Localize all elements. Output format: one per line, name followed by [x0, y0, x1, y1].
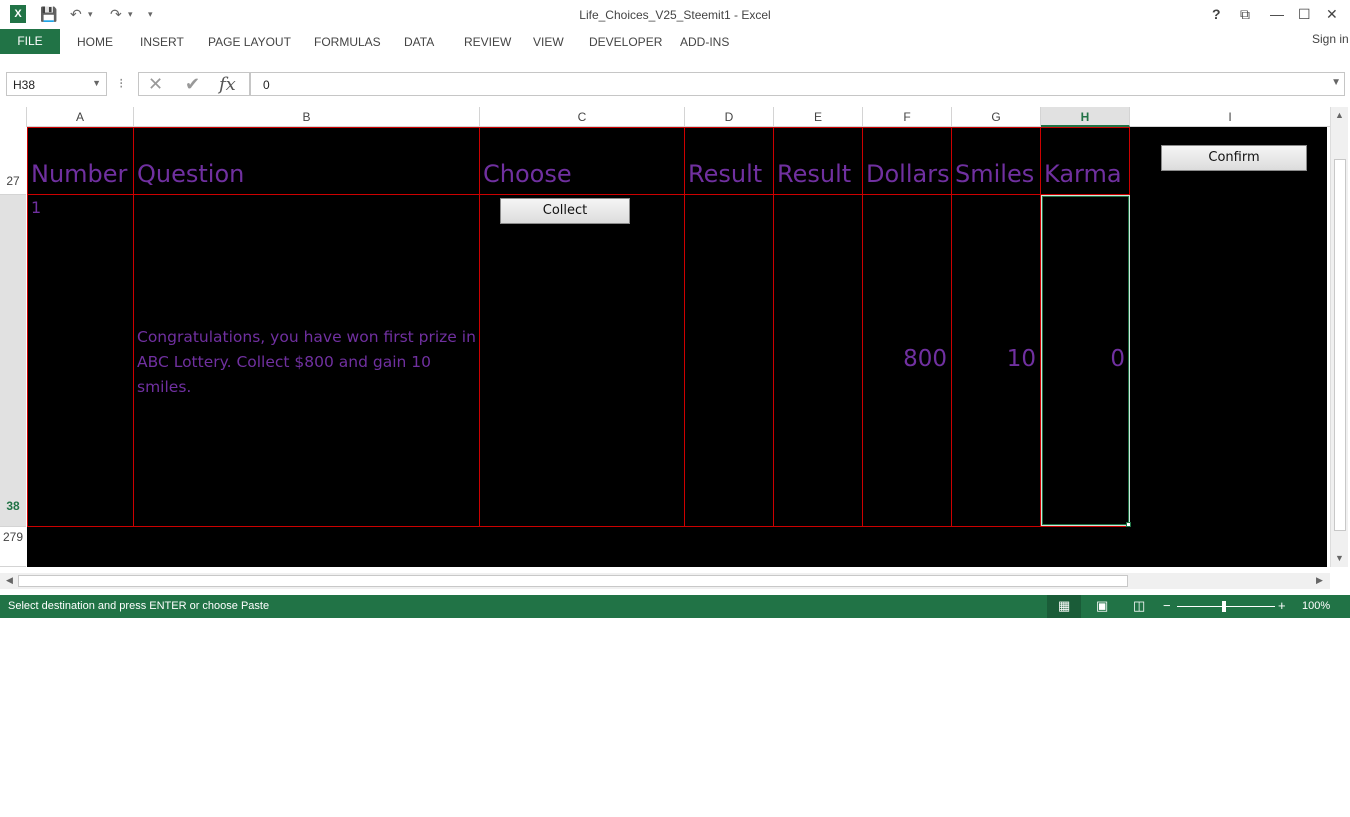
expand-formula-bar-icon[interactable]: ▼ — [1331, 77, 1341, 88]
name-box-value: H38 — [13, 78, 36, 92]
cell-smiles[interactable]: 10 — [956, 346, 1036, 372]
tab-add-ins[interactable]: ADD-INS — [680, 35, 729, 49]
tab-formulas[interactable]: FORMULAS — [314, 35, 381, 49]
confirm-button[interactable]: Confirm — [1161, 145, 1307, 171]
grid-line — [862, 127, 863, 527]
row-header-27[interactable]: 27 — [0, 127, 26, 195]
name-box[interactable]: H38 ▼ — [6, 72, 107, 96]
header-smiles[interactable]: Smiles — [955, 160, 1034, 188]
ribbon-display-icon[interactable]: ⧉ — [1240, 6, 1250, 23]
scroll-up-icon[interactable]: ▲ — [1335, 110, 1344, 120]
header-choose[interactable]: Choose — [483, 160, 572, 188]
column-header-f[interactable]: F — [863, 107, 952, 127]
chevron-down-icon[interactable]: ▼ — [92, 78, 101, 88]
tab-insert[interactable]: INSERT — [140, 35, 184, 49]
grid-line — [27, 526, 1130, 527]
vertical-scroll-thumb[interactable] — [1334, 159, 1346, 531]
tab-view[interactable]: VIEW — [533, 35, 564, 49]
tab-data[interactable]: DATA — [404, 35, 434, 49]
drag-handle-icon[interactable]: ⁝ — [119, 75, 123, 92]
collect-button[interactable]: Collect — [500, 198, 630, 224]
insert-function-icon[interactable]: fx — [219, 74, 236, 95]
formula-bar: H38 ▼ ⁝ ✕ ✔ fx 0 ▼ — [0, 65, 1350, 103]
vertical-scrollbar[interactable]: ▲ ▼ — [1330, 107, 1348, 567]
sign-in-link[interactable]: Sign in — [1312, 32, 1349, 46]
worksheet-grid[interactable]: Number Question Choose Result Result Dol… — [27, 127, 1327, 567]
window-title: Life_Choices_V25_Steemit1 - Excel — [579, 8, 771, 22]
tab-home[interactable]: HOME — [77, 35, 113, 49]
scroll-right-icon[interactable]: ▶ — [1316, 575, 1323, 586]
grid-line — [684, 127, 685, 527]
grid-line — [27, 127, 28, 527]
scroll-down-icon[interactable]: ▼ — [1335, 553, 1344, 563]
cell-dollars[interactable]: 800 — [867, 346, 947, 372]
header-question[interactable]: Question — [137, 160, 244, 188]
grid-line — [479, 127, 480, 527]
grid-line — [773, 127, 774, 527]
cell-question[interactable]: Congratulations, you have won first priz… — [137, 325, 477, 400]
tab-file[interactable]: FILE — [0, 29, 60, 54]
column-header-g[interactable]: G — [952, 107, 1041, 127]
ribbon-tabs: HOME INSERT PAGE LAYOUT FORMULAS DATA RE… — [0, 30, 1350, 54]
header-karma[interactable]: Karma — [1044, 160, 1122, 188]
maximize-icon[interactable]: ☐ — [1298, 6, 1311, 23]
zoom-in-icon[interactable]: + — [1278, 598, 1286, 613]
cell-number[interactable]: 1 — [31, 198, 41, 217]
grid-line — [27, 127, 1130, 128]
cancel-icon[interactable]: ✕ — [148, 74, 163, 95]
enter-icon[interactable]: ✔ — [185, 74, 200, 95]
status-message: Select destination and press ENTER or ch… — [8, 600, 270, 612]
column-headers: A B C D E F G H I — [0, 107, 1330, 127]
formula-buttons: ✕ ✔ fx — [138, 72, 250, 96]
grid-line — [133, 127, 134, 527]
scroll-left-icon[interactable]: ◀ — [6, 575, 13, 586]
zoom-slider-thumb[interactable] — [1222, 601, 1226, 612]
column-header-e[interactable]: E — [774, 107, 863, 127]
header-number[interactable]: Number — [31, 160, 127, 188]
column-header-a[interactable]: A — [27, 107, 134, 127]
header-result-2[interactable]: Result — [777, 160, 851, 188]
close-icon[interactable]: ✕ — [1326, 6, 1338, 23]
page-break-preview-icon[interactable]: ◫ — [1133, 598, 1145, 614]
formula-value: 0 — [263, 78, 270, 92]
selected-cell[interactable] — [1041, 195, 1130, 526]
select-all-corner[interactable] — [0, 107, 27, 127]
horizontal-scrollbar[interactable]: ◀ ▶ — [0, 573, 1330, 589]
column-header-c[interactable]: C — [480, 107, 685, 127]
header-dollars[interactable]: Dollars — [866, 160, 950, 188]
page-layout-view-icon[interactable]: ▣ — [1096, 598, 1108, 614]
zoom-out-icon[interactable]: − — [1163, 598, 1171, 613]
fill-handle[interactable] — [1126, 522, 1131, 527]
horizontal-scroll-thumb[interactable] — [18, 575, 1128, 587]
status-bar: Select destination and press ENTER or ch… — [0, 595, 1350, 618]
tab-review[interactable]: REVIEW — [464, 35, 511, 49]
grid-line — [951, 127, 952, 527]
column-header-d[interactable]: D — [685, 107, 774, 127]
column-header-b[interactable]: B — [134, 107, 480, 127]
formula-input[interactable]: 0 ▼ — [250, 72, 1345, 96]
tab-page-layout[interactable]: PAGE LAYOUT — [208, 35, 291, 49]
normal-view-icon: ▦ — [1058, 598, 1071, 613]
help-icon[interactable]: ? — [1212, 6, 1221, 22]
tab-developer[interactable]: DEVELOPER — [589, 35, 662, 49]
row-header-279[interactable]: 279 — [0, 527, 26, 567]
grid-line — [27, 194, 1130, 195]
zoom-level[interactable]: 100% — [1302, 600, 1330, 612]
minimize-icon[interactable]: — — [1270, 6, 1284, 22]
column-header-i[interactable]: I — [1130, 107, 1330, 127]
column-header-h[interactable]: H — [1041, 107, 1130, 127]
title-bar: X 💾 ↶ ▾ ↷ ▾ ▾ Life_Choices_V25_Steemit1 … — [0, 0, 1350, 30]
header-result-1[interactable]: Result — [688, 160, 762, 188]
row-header-38[interactable]: 38 — [0, 195, 26, 527]
zoom-slider[interactable] — [1177, 606, 1275, 607]
